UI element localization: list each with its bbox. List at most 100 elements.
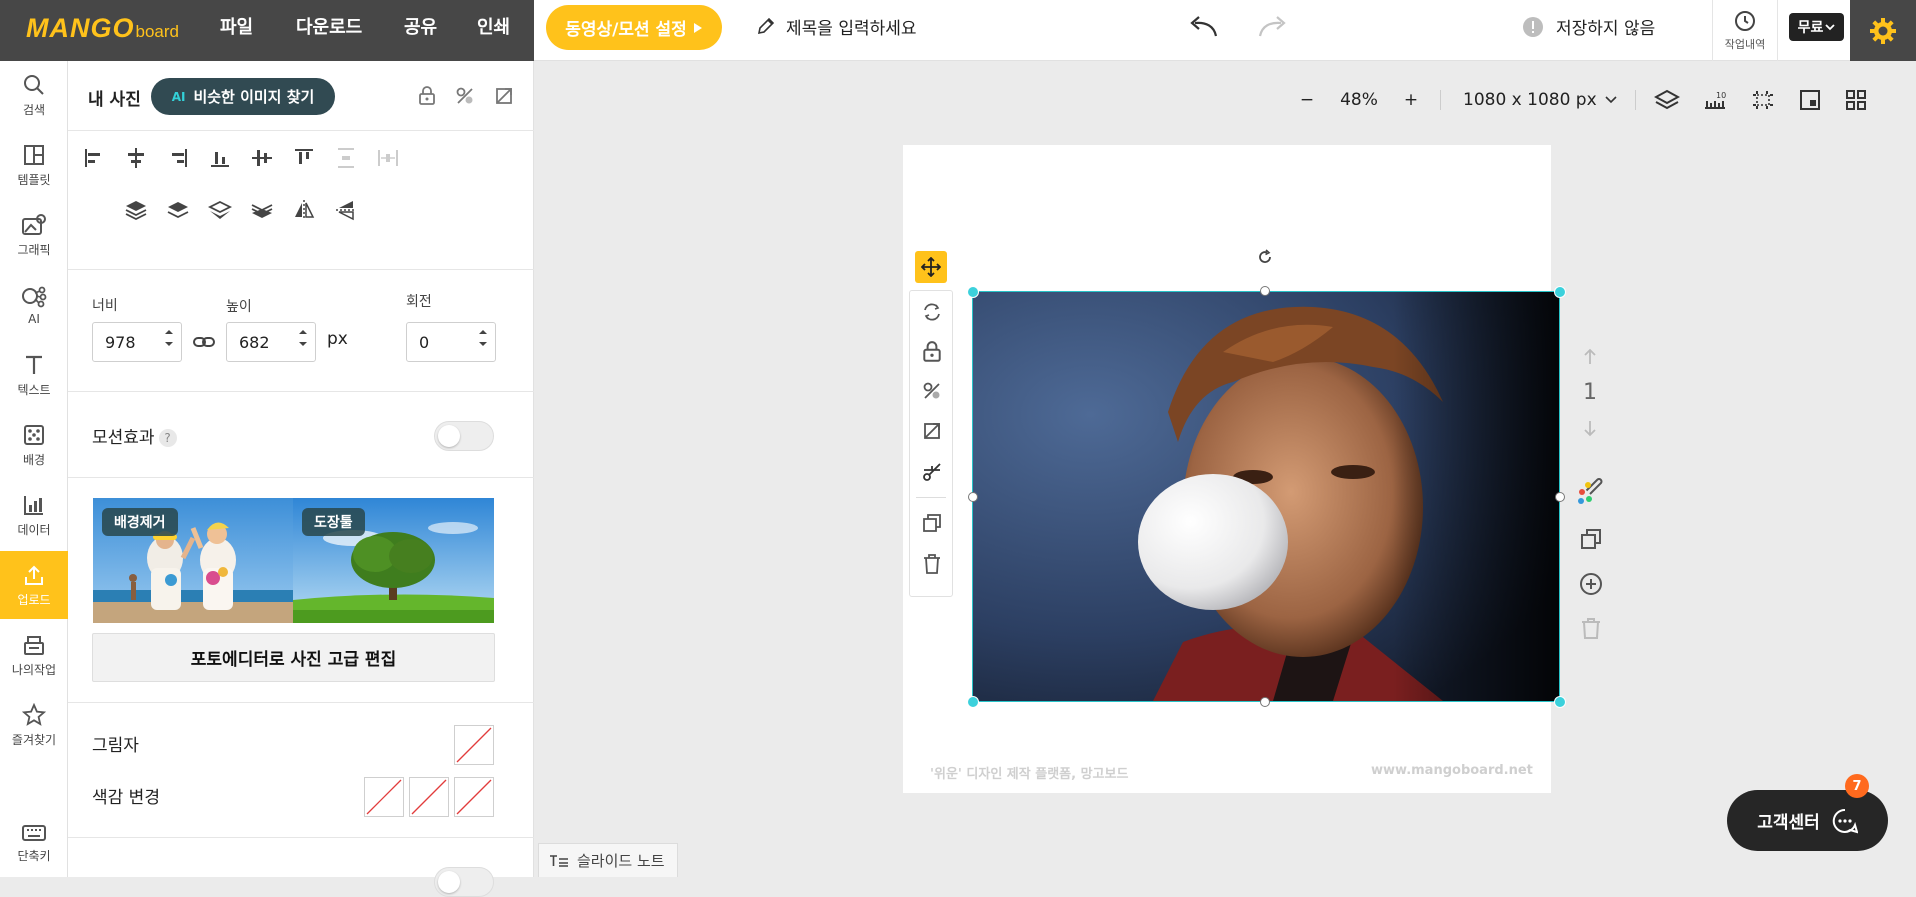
- delete-page-icon[interactable]: [1580, 616, 1602, 640]
- replace-image-icon[interactable]: [921, 301, 943, 323]
- caret-up-icon[interactable]: [164, 329, 174, 335]
- grid-view-icon[interactable]: [1844, 88, 1868, 112]
- background-removal-card[interactable]: 배경제거: [93, 498, 293, 623]
- element-floating-toolbar: [909, 290, 953, 597]
- resize-handle-bottom-right[interactable]: [1554, 696, 1566, 708]
- color-change-swatch[interactable]: [364, 777, 404, 817]
- resize-handle-top-right[interactable]: [1554, 286, 1566, 298]
- rail-item-favorites[interactable]: 즐겨찾기: [0, 691, 68, 759]
- history-button[interactable]: 작업내역: [1712, 0, 1778, 61]
- caret-up-icon[interactable]: [478, 329, 488, 335]
- find-similar-image-button[interactable]: AI 비슷한 이미지 찾기: [151, 78, 335, 115]
- menu-download[interactable]: 다운로드: [296, 0, 362, 52]
- rail-item-shortcuts[interactable]: 단축키: [0, 809, 68, 877]
- cut-icon[interactable]: [921, 461, 943, 483]
- height-input[interactable]: 682: [226, 322, 316, 362]
- help-center-button[interactable]: 고객센터: [1727, 790, 1888, 851]
- rail-item-data[interactable]: 데이터: [0, 481, 68, 549]
- caret-up-icon[interactable]: [298, 329, 308, 335]
- rail-item-ai[interactable]: AI: [0, 271, 68, 339]
- width-stepper[interactable]: [164, 329, 174, 347]
- menu-share[interactable]: 공유: [404, 0, 437, 52]
- rail-item-upload[interactable]: 업로드: [0, 551, 68, 619]
- menu-file[interactable]: 파일: [220, 0, 253, 52]
- duplicate-page-icon[interactable]: [1579, 527, 1603, 551]
- flip-horizontal-icon[interactable]: [291, 197, 317, 223]
- page-size-icon[interactable]: [1798, 88, 1822, 112]
- resize-handle-top-left[interactable]: [967, 286, 979, 298]
- rail-item-text[interactable]: 텍스트: [0, 341, 68, 409]
- page-down-arrow-icon[interactable]: [1583, 419, 1597, 437]
- flip-vertical-icon[interactable]: [333, 197, 359, 223]
- extra-toggle[interactable]: [434, 867, 494, 897]
- resize-handle-left[interactable]: [968, 492, 978, 502]
- bring-to-front-icon[interactable]: [123, 197, 149, 223]
- rail-item-my-work[interactable]: 나의작업: [0, 621, 68, 689]
- rail-item-graphic[interactable]: 그래픽: [0, 201, 68, 269]
- align-left-icon[interactable]: [81, 145, 107, 171]
- duplicate-icon[interactable]: [922, 513, 942, 533]
- caret-down-icon[interactable]: [298, 341, 308, 347]
- add-page-icon[interactable]: [1578, 571, 1604, 597]
- resize-handle-bottom-left[interactable]: [967, 696, 979, 708]
- mangoboard-logo[interactable]: MANGO board: [26, 13, 179, 45]
- settings-button[interactable]: [1850, 0, 1916, 61]
- zoom-in-button[interactable]: +: [1394, 90, 1428, 110]
- undo-button[interactable]: [1186, 12, 1220, 42]
- guide-grid-icon[interactable]: [1750, 88, 1776, 112]
- slide-note-tab[interactable]: 슬라이드 노트: [538, 843, 678, 877]
- bring-forward-icon[interactable]: [165, 197, 191, 223]
- resize-handle-top[interactable]: [1260, 286, 1270, 296]
- send-to-back-icon[interactable]: [249, 197, 275, 223]
- send-backward-icon[interactable]: [207, 197, 233, 223]
- width-label: 너비: [92, 298, 118, 314]
- lock-icon[interactable]: [922, 341, 942, 363]
- rotate-handle-icon[interactable]: [1257, 249, 1273, 265]
- motion-effect-toggle[interactable]: [434, 421, 494, 451]
- title-field[interactable]: 제목을 입력하세요: [756, 12, 917, 40]
- height-stepper[interactable]: [298, 329, 308, 347]
- color-picker-icon[interactable]: [1576, 477, 1606, 507]
- color-change-label: 색감 변경: [92, 788, 160, 808]
- resize-handle-bottom[interactable]: [1260, 697, 1270, 707]
- rail-item-background[interactable]: 배경: [0, 411, 68, 479]
- resize-handle-right[interactable]: [1555, 492, 1565, 502]
- transparency-icon[interactable]: [455, 86, 475, 106]
- layers-icon[interactable]: [1653, 88, 1680, 112]
- trash-icon[interactable]: [922, 553, 942, 575]
- rail-item-search[interactable]: 검색: [0, 61, 68, 129]
- rotation-stepper[interactable]: [478, 329, 488, 347]
- lock-icon[interactable]: [418, 86, 436, 106]
- stamp-tool-card[interactable]: 도장툴: [293, 498, 494, 623]
- caret-down-icon[interactable]: [478, 341, 488, 347]
- color-change-swatch[interactable]: [409, 777, 449, 817]
- width-input[interactable]: 978: [92, 322, 182, 362]
- plan-dropdown[interactable]: 무료: [1789, 13, 1844, 41]
- help-icon[interactable]: ?: [158, 429, 177, 447]
- menu-print[interactable]: 인쇄: [477, 0, 510, 52]
- transparency-icon[interactable]: [922, 381, 942, 401]
- redo-button[interactable]: [1256, 12, 1290, 42]
- align-bottom-icon[interactable]: [207, 145, 233, 171]
- align-center-horizontal-icon[interactable]: [123, 145, 149, 171]
- video-motion-settings-button[interactable]: 동영상/모션 설정: [546, 5, 722, 50]
- color-change-swatch[interactable]: [454, 777, 494, 817]
- page-up-arrow-icon[interactable]: [1583, 348, 1597, 366]
- move-handle[interactable]: [915, 251, 947, 283]
- rotation-input[interactable]: 0: [406, 322, 496, 362]
- rail-item-template[interactable]: 템플릿: [0, 131, 68, 199]
- photo-editor-button[interactable]: 포토에디터로 사진 고급 편집: [92, 633, 495, 682]
- crop-icon[interactable]: [922, 421, 942, 441]
- zoom-level[interactable]: 48%: [1324, 90, 1394, 110]
- ruler-icon[interactable]: 10: [1702, 88, 1728, 112]
- canvas-size-dropdown[interactable]: 1080 x 1080 px: [1463, 90, 1617, 110]
- link-aspect-ratio-icon[interactable]: [192, 332, 216, 352]
- align-middle-vertical-icon[interactable]: [249, 145, 275, 171]
- rail-label: 검색: [22, 102, 46, 117]
- shadow-none-swatch[interactable]: [454, 725, 494, 765]
- zoom-out-button[interactable]: −: [1290, 90, 1324, 110]
- align-top-icon[interactable]: [291, 145, 317, 171]
- align-right-icon[interactable]: [165, 145, 191, 171]
- crop-icon[interactable]: [494, 86, 514, 106]
- caret-down-icon[interactable]: [164, 341, 174, 347]
